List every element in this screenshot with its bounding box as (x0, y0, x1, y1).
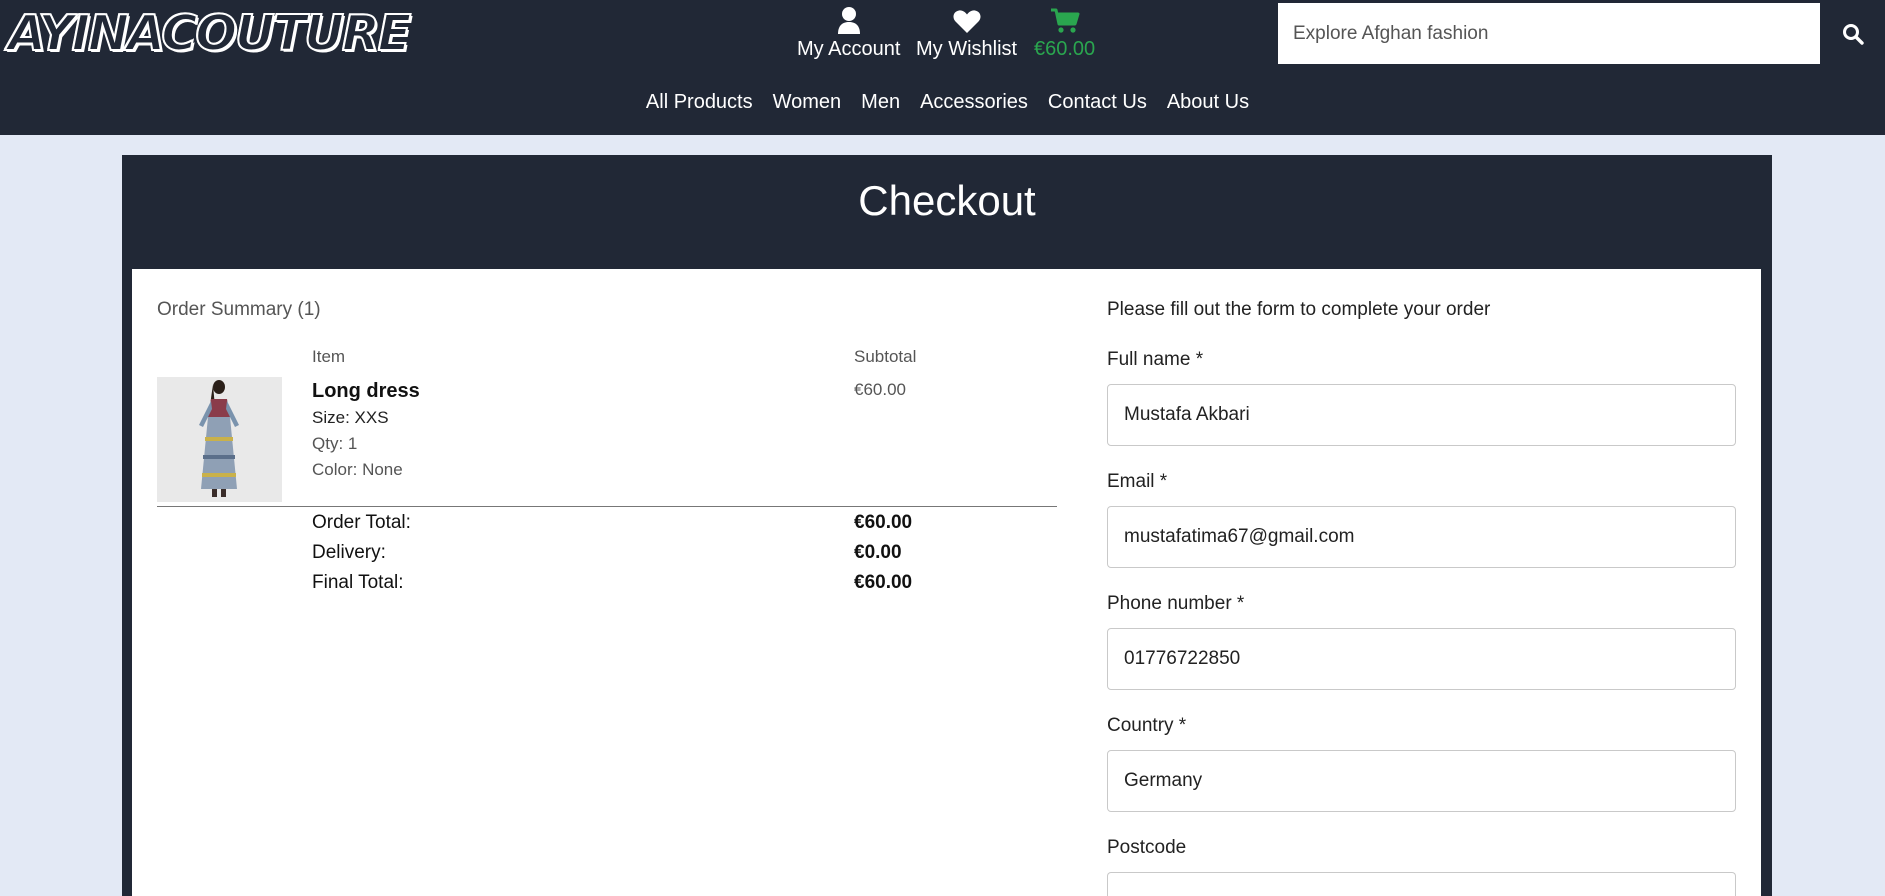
phone-field[interactable] (1107, 628, 1736, 690)
form-intro-text: Please fill out the form to complete you… (1107, 299, 1491, 320)
email-field[interactable] (1107, 506, 1736, 568)
item-size: Size: XXS (312, 408, 389, 427)
top-header: AYINACOUTURE My Account My Wishlist €60.… (0, 0, 1885, 135)
checkout-panel: Checkout Order Summary (1) Item Subtotal… (122, 155, 1772, 896)
nav-about-us[interactable]: About Us (1167, 91, 1249, 114)
heart-icon (953, 0, 981, 36)
search-input[interactable] (1278, 3, 1820, 64)
column-header-subtotal: Subtotal (854, 347, 917, 366)
nav-men[interactable]: Men (861, 91, 900, 114)
final-total-label: Final Total: (312, 572, 404, 593)
order-total-value: €60.00 (854, 512, 913, 533)
shopping-cart-icon (1050, 0, 1080, 36)
order-total-label: Order Total: (312, 512, 411, 533)
cart-total: €60.00 (1034, 38, 1096, 60)
item-color: Color: None (312, 460, 403, 479)
nav-accessories[interactable]: Accessories (920, 91, 1028, 114)
page-title: Checkout (858, 177, 1036, 224)
my-account-link[interactable]: My Account (797, 0, 900, 62)
main-nav: All Products Women Men Accessories Conta… (0, 82, 1885, 122)
cart-link[interactable]: €60.00 (1034, 0, 1095, 62)
delivery-label: Delivery: (312, 542, 386, 563)
item-qty: Qty: 1 (312, 434, 358, 453)
item-subtotal: €60.00 (854, 380, 906, 399)
nav-all-products[interactable]: All Products (646, 91, 753, 114)
my-account-label: My Account (797, 38, 901, 60)
product-thumbnail[interactable] (157, 377, 282, 502)
search-icon (1842, 23, 1864, 45)
delivery-value: €0.00 (854, 542, 902, 563)
country-label: Country * (1107, 715, 1187, 736)
final-total-value: €60.00 (854, 572, 913, 593)
search-button[interactable] (1820, 3, 1885, 64)
summary-divider (157, 506, 1057, 507)
column-header-item: Item (312, 347, 346, 366)
my-wishlist-link[interactable]: My Wishlist (916, 0, 1017, 62)
user-icon (837, 0, 861, 36)
site-logo[interactable]: AYINACOUTURE (7, 4, 412, 63)
email-label: Email * (1107, 471, 1168, 492)
full-name-label: Full name * (1107, 349, 1204, 370)
postcode-field[interactable] (1107, 872, 1736, 896)
checkout-card: Order Summary (1) Item Subtotal Long dre… (132, 269, 1761, 896)
order-summary-title: Order Summary (1) (157, 299, 321, 320)
full-name-field[interactable] (1107, 384, 1736, 446)
nav-contact-us[interactable]: Contact Us (1048, 91, 1147, 114)
postcode-label: Postcode (1107, 837, 1187, 858)
nav-women[interactable]: Women (773, 91, 842, 114)
phone-label: Phone number * (1107, 593, 1245, 614)
country-field[interactable] (1107, 750, 1736, 812)
item-name[interactable]: Long dress (312, 380, 420, 403)
my-wishlist-label: My Wishlist (916, 38, 1018, 60)
